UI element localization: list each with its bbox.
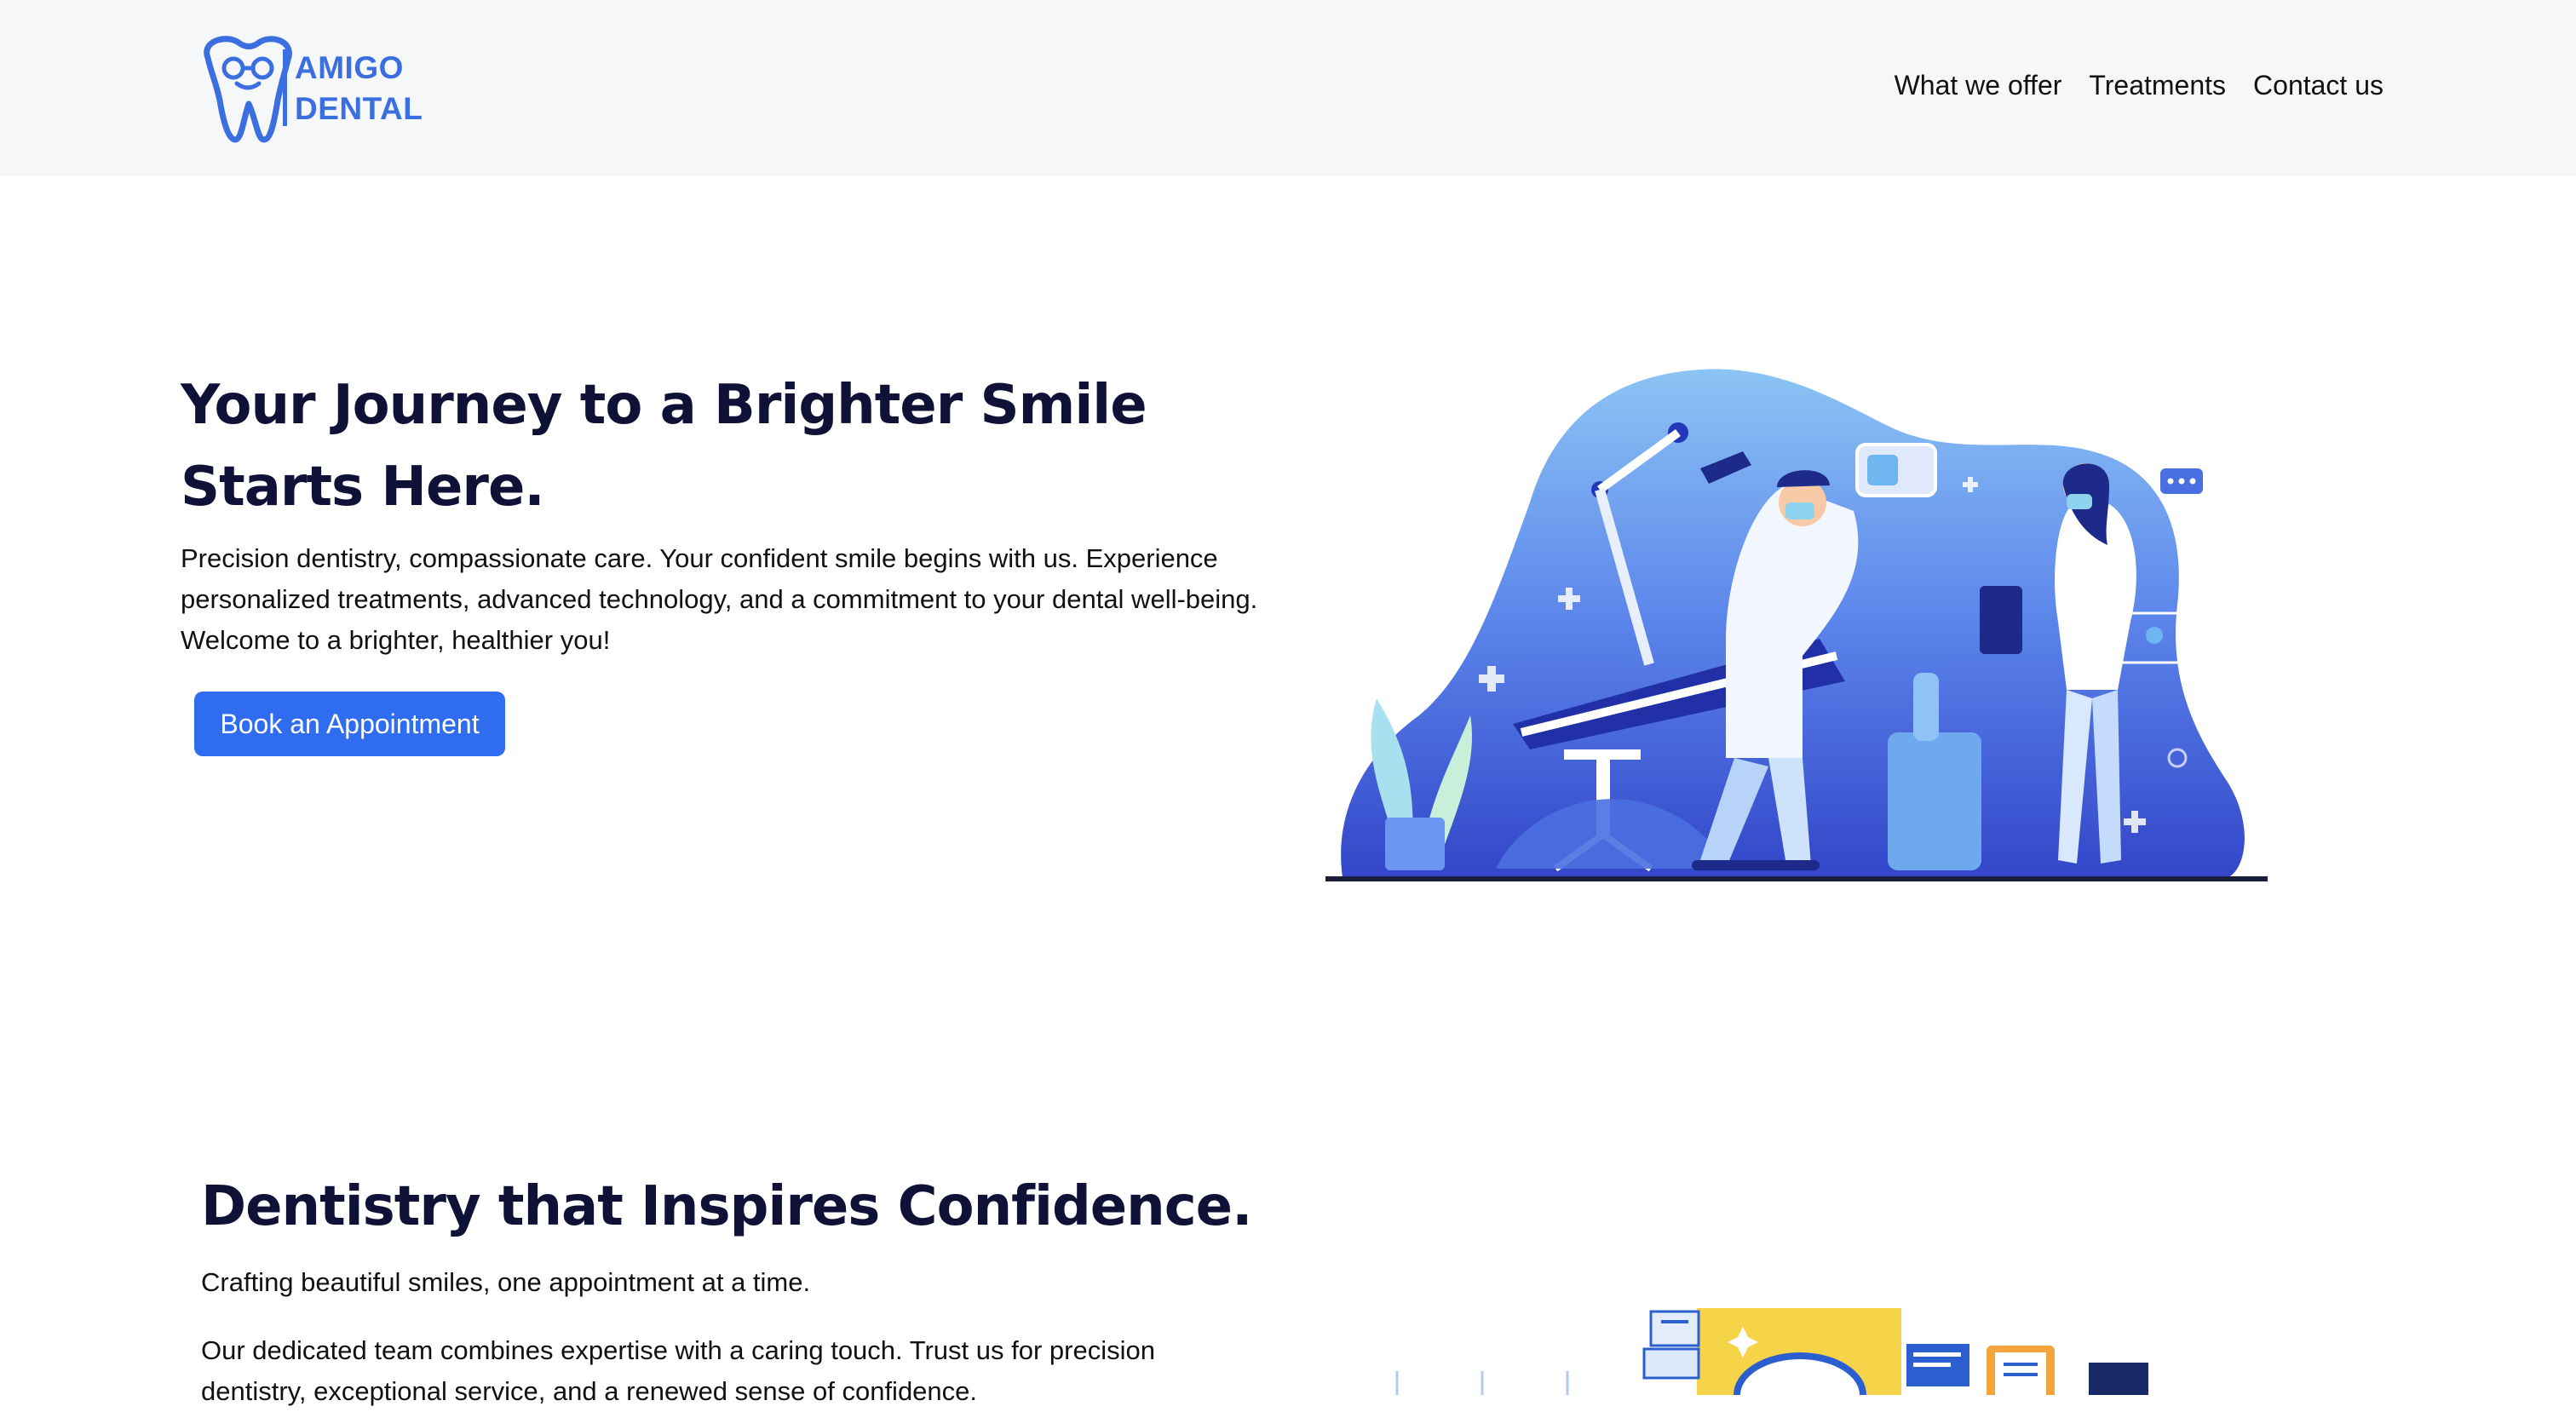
section-title: Dentistry that Inspires Confidence. — [201, 1175, 1252, 1238]
hero-title: Your Journey to a Brighter Smile Starts … — [181, 374, 1147, 519]
section-subtitle: Crafting beautiful smiles, one appointme… — [201, 1267, 811, 1297]
hero-description: Precision dentistry, compassionate care.… — [181, 543, 1258, 655]
site-header: AMIGO DENTAL What we offer Treatments Co… — [0, 0, 2576, 176]
logo-divider — [283, 49, 287, 126]
brand-name[interactable]: AMIGO DENTAL — [295, 48, 423, 129]
dental-records-illustration-icon — [1395, 1308, 2148, 1395]
nav-what-we-offer[interactable]: What we offer — [1895, 70, 2062, 101]
brand-line-2: DENTAL — [295, 91, 423, 126]
nav-treatments[interactable]: Treatments — [2089, 70, 2226, 101]
section-body: Our dedicated team combines expertise wi… — [201, 1335, 1155, 1406]
book-appointment-button[interactable]: Book an Appointment — [194, 692, 505, 756]
brand-line-1: AMIGO — [295, 50, 404, 85]
nav-contact-us[interactable]: Contact us — [2253, 70, 2383, 101]
dental-clinic-illustration-icon — [1325, 369, 2268, 881]
main-nav: What we offer Treatments Contact us — [1895, 70, 2383, 101]
